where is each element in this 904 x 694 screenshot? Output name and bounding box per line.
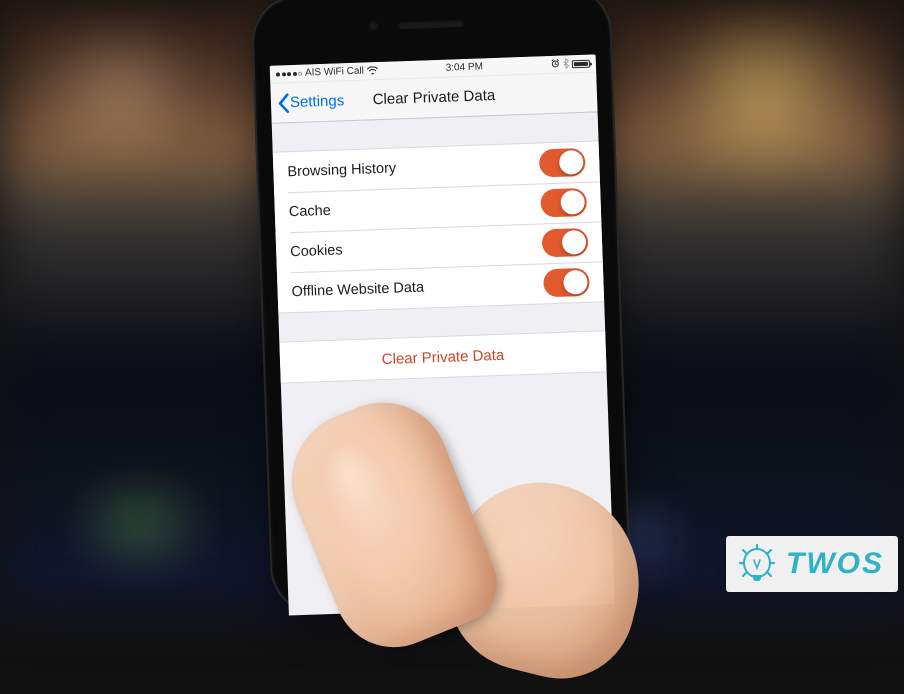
clock: 3:04 PM <box>446 61 484 73</box>
front-camera <box>367 20 379 32</box>
earpiece-speaker <box>398 19 464 29</box>
back-label: Settings <box>290 92 345 111</box>
chevron-left-icon <box>277 93 291 113</box>
iphone-device: AIS WiFi Call 3:04 PM <box>250 0 631 616</box>
toggle-offline-data[interactable] <box>543 268 590 298</box>
phone-screen: AIS WiFi Call 3:04 PM <box>270 54 615 615</box>
clear-options-list: Browsing History Cache Cookies <box>273 140 604 313</box>
option-label: Cookies <box>290 242 343 260</box>
toggle-cache[interactable] <box>540 188 587 218</box>
lightbulb-icon <box>736 543 778 585</box>
option-label: Offline Website Data <box>291 280 424 301</box>
carrier-label: AIS WiFi Call <box>305 66 364 79</box>
battery-icon <box>572 59 590 68</box>
wifi-icon <box>367 66 378 76</box>
option-label: Browsing History <box>287 160 396 180</box>
signal-strength-icon <box>276 71 302 76</box>
bluetooth-icon <box>563 58 569 70</box>
alarm-icon <box>551 59 560 70</box>
toggle-browsing-history[interactable] <box>539 148 586 178</box>
back-button[interactable]: Settings <box>271 91 345 114</box>
phone-frame: AIS WiFi Call 3:04 PM <box>250 0 631 616</box>
watermark-text: TWOS <box>786 547 884 581</box>
watermark-badge: TWOS <box>726 536 898 592</box>
option-label: Cache <box>289 203 331 220</box>
action-label: Clear Private Data <box>381 346 504 367</box>
toggle-cookies[interactable] <box>542 228 589 258</box>
